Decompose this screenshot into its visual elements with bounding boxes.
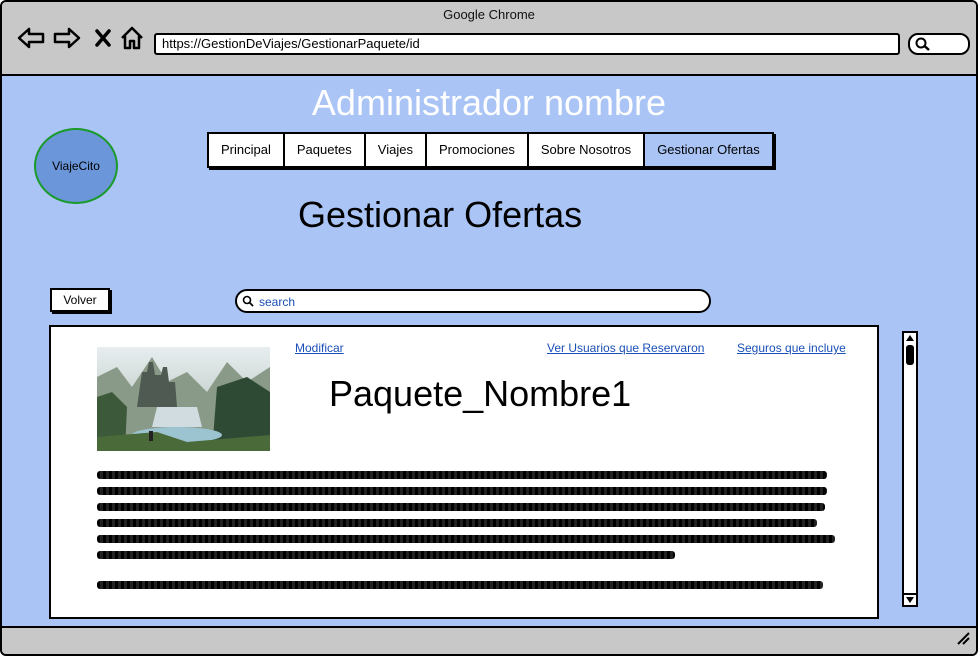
status-bar <box>2 626 976 654</box>
tab-paquetes[interactable]: Paquetes <box>285 134 366 166</box>
reserved-users-link[interactable]: Ver Usuarios que Reservaron <box>547 341 704 355</box>
page-title: Gestionar Ofertas <box>298 194 583 235</box>
description-line <box>97 471 827 479</box>
search-icon <box>242 295 254 307</box>
description-line <box>97 503 825 511</box>
search-icon <box>915 37 930 51</box>
search-field[interactable] <box>235 289 711 313</box>
tab-viajes[interactable]: Viajes <box>366 134 427 166</box>
tab-gestionar-ofertas[interactable]: Gestionar Ofertas <box>645 134 772 166</box>
browser-title: Google Chrome <box>443 7 535 22</box>
package-image <box>97 347 270 451</box>
browser-search[interactable] <box>908 33 970 55</box>
package-name: Paquete_Nombre1 <box>329 373 632 414</box>
close-icon[interactable] <box>92 24 114 52</box>
insurance-link[interactable]: Seguros que incluye <box>737 341 846 355</box>
back-icon[interactable] <box>16 24 46 52</box>
browser-toolbar: Google Chrome https://GestionDeViajes/Ge… <box>2 2 976 76</box>
scroll-down-icon[interactable] <box>904 593 916 605</box>
admin-title: Administrador nombre <box>311 82 667 123</box>
description-line <box>97 487 827 495</box>
logo-text: ViajeCito <box>52 159 100 173</box>
logo[interactable]: ViajeCito <box>34 128 118 204</box>
tab-principal[interactable]: Principal <box>209 134 285 166</box>
description-line <box>97 581 823 589</box>
browser-window: Google Chrome https://GestionDeViajes/Ge… <box>0 0 978 656</box>
back-button[interactable]: Volver <box>50 288 110 312</box>
tab-promociones[interactable]: Promociones <box>427 134 529 166</box>
description-line <box>97 551 675 559</box>
scrollbar[interactable] <box>902 331 918 607</box>
nav-tabs: Principal Paquetes Viajes Promociones So… <box>207 132 774 168</box>
scroll-up-icon[interactable] <box>904 333 916 343</box>
package-card: Modificar Ver Usuarios que Reservaron Se… <box>49 325 879 619</box>
resize-grip-icon[interactable] <box>956 631 970 650</box>
description-line <box>97 519 817 527</box>
page-content: Administrador nombre ViajeCito Principal… <box>2 76 976 628</box>
description-line <box>97 535 835 543</box>
forward-icon[interactable] <box>52 24 82 52</box>
url-bar[interactable]: https://GestionDeViajes/GestionarPaquete… <box>154 33 900 55</box>
scroll-thumb[interactable] <box>906 345 914 365</box>
search-input[interactable] <box>257 292 691 312</box>
modify-link[interactable]: Modificar <box>295 341 344 355</box>
home-icon[interactable] <box>118 24 146 52</box>
tab-sobre-nosotros[interactable]: Sobre Nosotros <box>529 134 646 166</box>
